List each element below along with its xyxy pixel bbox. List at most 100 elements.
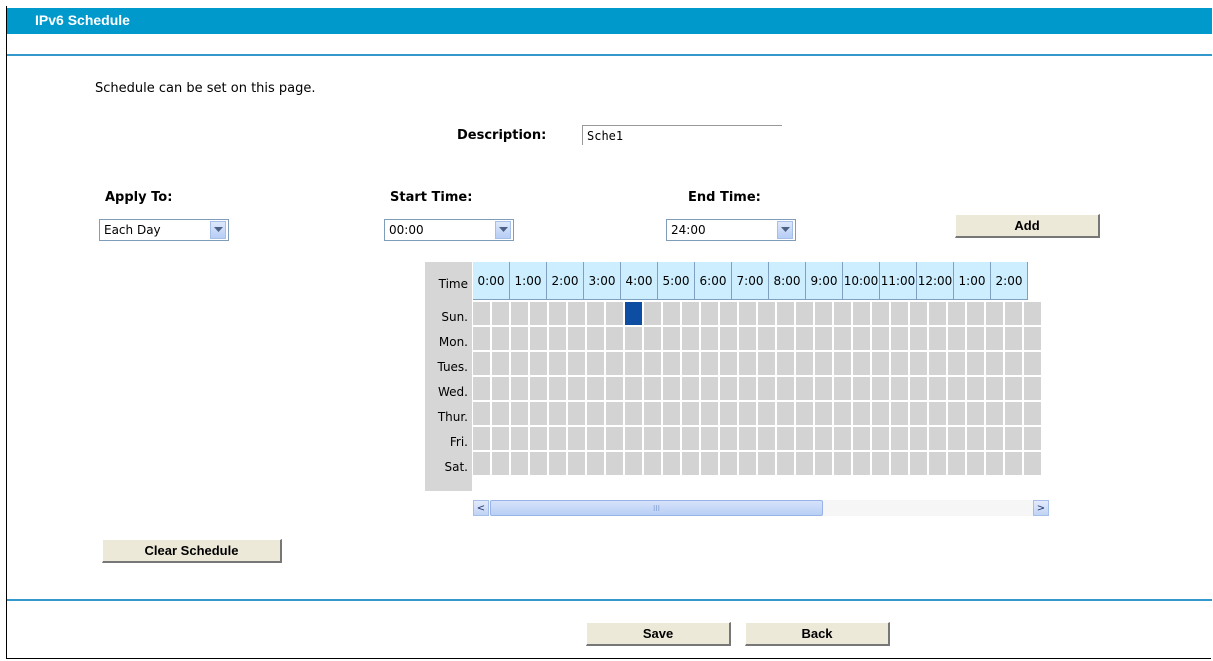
schedule-cell[interactable] bbox=[492, 452, 509, 475]
schedule-cell[interactable] bbox=[815, 352, 832, 375]
schedule-cell[interactable] bbox=[492, 402, 509, 425]
schedule-cell[interactable] bbox=[967, 327, 984, 350]
schedule-cell[interactable] bbox=[739, 377, 756, 400]
schedule-cell[interactable] bbox=[682, 427, 699, 450]
schedule-cell[interactable] bbox=[948, 402, 965, 425]
schedule-cell[interactable] bbox=[644, 302, 661, 325]
description-input[interactable] bbox=[582, 125, 782, 145]
schedule-cell[interactable] bbox=[872, 352, 889, 375]
schedule-cell[interactable] bbox=[720, 377, 737, 400]
schedule-cell[interactable] bbox=[739, 302, 756, 325]
schedule-cell[interactable] bbox=[758, 327, 775, 350]
chevron-down-icon[interactable] bbox=[777, 221, 793, 239]
schedule-cell[interactable] bbox=[777, 452, 794, 475]
schedule-cell[interactable] bbox=[1005, 302, 1022, 325]
schedule-cell[interactable] bbox=[549, 402, 566, 425]
schedule-cell[interactable] bbox=[625, 402, 642, 425]
schedule-cell[interactable] bbox=[1005, 427, 1022, 450]
schedule-cell[interactable] bbox=[587, 427, 604, 450]
schedule-cell[interactable] bbox=[948, 377, 965, 400]
schedule-cell[interactable] bbox=[625, 452, 642, 475]
schedule-cell[interactable] bbox=[929, 302, 946, 325]
schedule-cell[interactable] bbox=[986, 452, 1003, 475]
schedule-cell[interactable] bbox=[929, 452, 946, 475]
schedule-cell-selected[interactable] bbox=[625, 302, 642, 325]
schedule-cell[interactable] bbox=[1024, 402, 1041, 425]
schedule-cell[interactable] bbox=[967, 452, 984, 475]
schedule-cell[interactable] bbox=[986, 327, 1003, 350]
schedule-cell[interactable] bbox=[948, 302, 965, 325]
schedule-cell[interactable] bbox=[701, 377, 718, 400]
schedule-cell[interactable] bbox=[701, 427, 718, 450]
schedule-cell[interactable] bbox=[910, 352, 927, 375]
schedule-cell[interactable] bbox=[853, 427, 870, 450]
schedule-cell[interactable] bbox=[549, 352, 566, 375]
schedule-cell[interactable] bbox=[682, 402, 699, 425]
schedule-cell[interactable] bbox=[644, 402, 661, 425]
schedule-cell[interactable] bbox=[663, 352, 680, 375]
schedule-cell[interactable] bbox=[492, 427, 509, 450]
schedule-cell[interactable] bbox=[834, 452, 851, 475]
clear-schedule-button[interactable]: Clear Schedule bbox=[102, 539, 282, 563]
schedule-cell[interactable] bbox=[549, 327, 566, 350]
schedule-cell[interactable] bbox=[834, 302, 851, 325]
schedule-cell[interactable] bbox=[701, 352, 718, 375]
schedule-cell[interactable] bbox=[777, 327, 794, 350]
schedule-cell[interactable] bbox=[511, 427, 528, 450]
schedule-cell[interactable] bbox=[891, 402, 908, 425]
schedule-cell[interactable] bbox=[530, 452, 547, 475]
schedule-cell[interactable] bbox=[948, 452, 965, 475]
schedule-cell[interactable] bbox=[644, 377, 661, 400]
schedule-cell[interactable] bbox=[473, 327, 490, 350]
schedule-cell[interactable] bbox=[777, 352, 794, 375]
schedule-cell[interactable] bbox=[815, 452, 832, 475]
schedule-cell[interactable] bbox=[473, 302, 490, 325]
schedule-cell[interactable] bbox=[530, 427, 547, 450]
schedule-cell[interactable] bbox=[910, 427, 927, 450]
schedule-cell[interactable] bbox=[853, 377, 870, 400]
schedule-cell[interactable] bbox=[796, 377, 813, 400]
schedule-cell[interactable] bbox=[891, 302, 908, 325]
schedule-cell[interactable] bbox=[1005, 452, 1022, 475]
schedule-cell[interactable] bbox=[834, 352, 851, 375]
schedule-cell[interactable] bbox=[625, 377, 642, 400]
schedule-cell[interactable] bbox=[663, 452, 680, 475]
schedule-cell[interactable] bbox=[701, 327, 718, 350]
schedule-cell[interactable] bbox=[758, 377, 775, 400]
schedule-cell[interactable] bbox=[720, 352, 737, 375]
schedule-cell[interactable] bbox=[777, 377, 794, 400]
schedule-cell[interactable] bbox=[853, 327, 870, 350]
schedule-cell[interactable] bbox=[568, 302, 585, 325]
schedule-cell[interactable] bbox=[796, 327, 813, 350]
schedule-cell[interactable] bbox=[1024, 302, 1041, 325]
schedule-cell[interactable] bbox=[986, 377, 1003, 400]
schedule-cell[interactable] bbox=[473, 452, 490, 475]
schedule-cell[interactable] bbox=[834, 327, 851, 350]
horizontal-scrollbar[interactable]: < III > bbox=[473, 500, 1049, 516]
schedule-cell[interactable] bbox=[967, 402, 984, 425]
schedule-cell[interactable] bbox=[473, 377, 490, 400]
schedule-cell[interactable] bbox=[720, 402, 737, 425]
schedule-cell[interactable] bbox=[701, 402, 718, 425]
schedule-cell[interactable] bbox=[663, 427, 680, 450]
schedule-cell[interactable] bbox=[568, 452, 585, 475]
schedule-cell[interactable] bbox=[682, 327, 699, 350]
save-button[interactable]: Save bbox=[586, 622, 731, 646]
schedule-cell[interactable] bbox=[568, 352, 585, 375]
schedule-cell[interactable] bbox=[815, 377, 832, 400]
chevron-down-icon[interactable] bbox=[210, 221, 226, 239]
schedule-cell[interactable] bbox=[910, 377, 927, 400]
schedule-cell[interactable] bbox=[568, 377, 585, 400]
schedule-cell[interactable] bbox=[872, 377, 889, 400]
schedule-cell[interactable] bbox=[777, 402, 794, 425]
schedule-cell[interactable] bbox=[872, 302, 889, 325]
schedule-cell[interactable] bbox=[511, 352, 528, 375]
schedule-cell[interactable] bbox=[796, 427, 813, 450]
schedule-cell[interactable] bbox=[739, 427, 756, 450]
schedule-cell[interactable] bbox=[606, 327, 623, 350]
schedule-cell[interactable] bbox=[872, 402, 889, 425]
schedule-cell[interactable] bbox=[644, 352, 661, 375]
schedule-cell[interactable] bbox=[853, 402, 870, 425]
scroll-left-icon[interactable]: < bbox=[473, 500, 489, 516]
schedule-cell[interactable] bbox=[511, 402, 528, 425]
